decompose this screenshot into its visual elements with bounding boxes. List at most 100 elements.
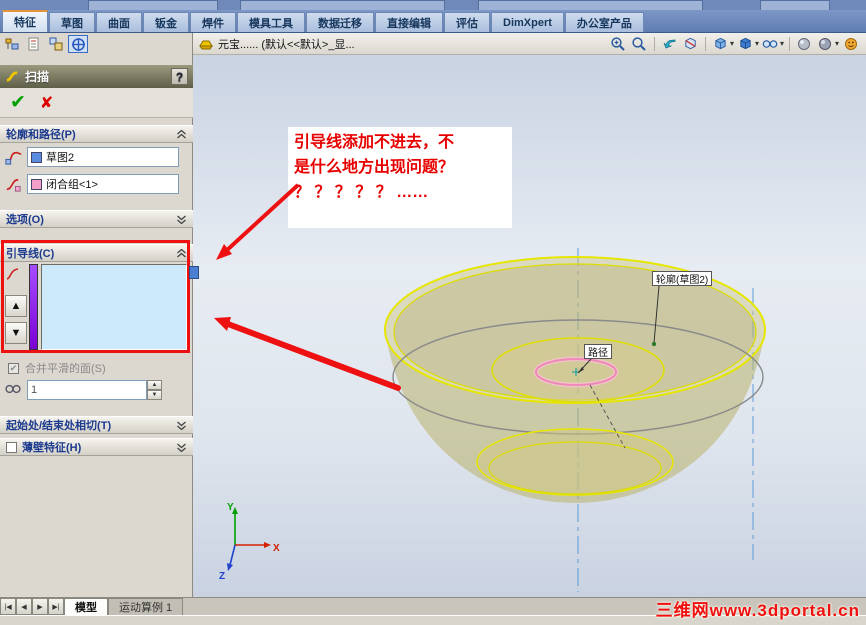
view-orientation-icon[interactable] bbox=[711, 35, 730, 53]
group-label: 引导线(C) bbox=[6, 248, 55, 260]
help-button[interactable]: ? bbox=[171, 68, 188, 85]
tab-scroll-last-button[interactable]: ▶| bbox=[48, 598, 64, 615]
graphics-viewport[interactable]: 元宝...... (默认<<默认>_显... ▾ ▾ ▾ ▾ Y X Z 轮廓(… bbox=[193, 33, 866, 597]
path-row-icon bbox=[3, 174, 23, 194]
display-style-icon[interactable] bbox=[736, 35, 755, 53]
merge-smooth-faces-label: 合并平滑的面(S) bbox=[25, 363, 106, 375]
section-view-icon[interactable] bbox=[681, 35, 700, 53]
section-number-value: 1 bbox=[31, 384, 38, 396]
edit-appearance-icon[interactable] bbox=[795, 35, 814, 53]
configurationmanager-tab-icon[interactable] bbox=[46, 35, 66, 53]
tab-datamigration[interactable]: 数据迁移 bbox=[306, 12, 374, 32]
panel-splitter-handle[interactable] bbox=[189, 266, 199, 279]
group-label: 轮廓和路径(P) bbox=[6, 129, 76, 141]
toolbar-fragment bbox=[478, 0, 703, 10]
document-title[interactable]: 元宝...... (默认<<默认>_显... bbox=[218, 36, 355, 52]
up-arrow-icon: ▲ bbox=[10, 300, 22, 312]
inner-ring bbox=[491, 337, 665, 403]
cancel-button[interactable]: ✘ bbox=[40, 93, 53, 113]
motion-study-tab[interactable]: 运动算例 1 bbox=[108, 598, 184, 615]
bowl-model bbox=[384, 256, 766, 503]
group-header-profile-path[interactable]: 轮廓和路径(P) bbox=[0, 125, 193, 143]
dropdown-caret-icon[interactable]: ▾ bbox=[755, 39, 759, 48]
group-label: 薄壁特征(H) bbox=[22, 442, 82, 454]
guide-color-bar bbox=[29, 264, 38, 350]
section-number-spinner[interactable]: ▲ ▼ bbox=[147, 380, 162, 400]
dropdown-caret-icon[interactable]: ▾ bbox=[730, 39, 734, 48]
featuremanager-tab-icon[interactable] bbox=[2, 35, 22, 53]
thin-feature-checkbox[interactable] bbox=[6, 441, 17, 453]
tab-surfaces[interactable]: 曲面 bbox=[96, 12, 142, 32]
merge-smooth-faces-checkbox[interactable]: ✔ bbox=[8, 362, 19, 374]
tab-scroll-first-button[interactable]: |◀ bbox=[0, 598, 16, 615]
tab-officeproducts[interactable]: 办公室产品 bbox=[564, 12, 644, 32]
axis-triad-icon: Y X Z bbox=[219, 502, 280, 582]
group-header-thin-feature[interactable]: 薄壁特征(H) bbox=[0, 438, 193, 456]
model-tab[interactable]: 模型 bbox=[64, 598, 108, 615]
tab-evaluate[interactable]: 评估 bbox=[444, 12, 490, 32]
chevron-down-icon bbox=[176, 421, 187, 430]
annotation-note: 引导线添加不进去，不 是什么地方出现问题？ ？ ？ ？ ？ ？ …… bbox=[288, 127, 512, 228]
merge-smooth-faces-row: ✔ 合并平滑的面(S) bbox=[8, 360, 106, 376]
dialog-title: 扫描 bbox=[25, 70, 50, 84]
hide-show-items-icon[interactable] bbox=[761, 35, 780, 53]
tab-moldtools[interactable]: 模具工具 bbox=[237, 12, 305, 32]
chevron-down-icon bbox=[176, 443, 187, 452]
zoom-window-icon[interactable] bbox=[609, 35, 628, 53]
tab-scroll-next-button[interactable]: ▶ bbox=[32, 598, 48, 615]
sweep-dialog-titlebar: 扫描 ? bbox=[0, 65, 193, 88]
section-number-input[interactable]: 1 bbox=[27, 380, 147, 400]
3d-scene-drawing: Y X Z bbox=[219, 248, 766, 592]
profile-callout[interactable]: 轮廓(草图2) bbox=[652, 271, 713, 286]
tab-scroll-prev-button[interactable]: ◀ bbox=[16, 598, 32, 615]
group-header-options[interactable]: 选项(O) bbox=[0, 210, 193, 228]
guide-curve-icon bbox=[4, 265, 22, 283]
chevron-up-icon bbox=[176, 129, 187, 139]
propertymanager-tab-icon[interactable] bbox=[24, 35, 44, 53]
group-header-guide-curves[interactable]: 引导线(C) bbox=[0, 244, 193, 262]
ok-button[interactable]: ✔ bbox=[10, 91, 26, 114]
apply-scene-icon[interactable] bbox=[816, 35, 835, 53]
group-header-start-end-tangency[interactable]: 起始处/结束处相切(T) bbox=[0, 416, 193, 434]
watermark: 三维网www.3dportal.cn bbox=[655, 601, 860, 620]
profile-row-icon bbox=[3, 147, 23, 167]
tab-sketch[interactable]: 草图 bbox=[49, 12, 95, 32]
tab-directedit[interactable]: 直接编辑 bbox=[375, 12, 443, 32]
ok-cancel-row: ✔ ✘ bbox=[0, 88, 193, 118]
move-up-button[interactable]: ▲ bbox=[5, 295, 27, 317]
axis-x-label: X bbox=[273, 543, 280, 554]
dropdown-caret-icon[interactable]: ▾ bbox=[780, 39, 784, 48]
spinner-down-icon[interactable]: ▼ bbox=[147, 390, 162, 400]
show-sections-icon[interactable] bbox=[4, 380, 22, 398]
document-icon[interactable] bbox=[199, 38, 213, 50]
path-input[interactable]: 闭合组<1> bbox=[27, 174, 179, 194]
toolbar-separator bbox=[788, 36, 790, 51]
down-arrow-icon: ▼ bbox=[10, 327, 22, 339]
annotation-line: ？ ？ ？ ？ ？ …… bbox=[294, 184, 429, 201]
path-callout[interactable]: 路径 bbox=[584, 344, 612, 359]
dropdown-caret-icon[interactable]: ▾ bbox=[835, 39, 839, 48]
previous-view-icon[interactable] bbox=[660, 35, 679, 53]
tab-dimxpert[interactable]: DimXpert bbox=[491, 12, 564, 32]
spinner-up-icon[interactable]: ▲ bbox=[147, 380, 162, 390]
viewport-header: 元宝...... (默认<<默认>_显... ▾ ▾ ▾ ▾ bbox=[193, 33, 866, 55]
zoom-fit-icon[interactable] bbox=[630, 35, 649, 53]
move-down-button[interactable]: ▼ bbox=[5, 322, 27, 344]
tab-sheetmetal[interactable]: 钣金 bbox=[143, 12, 189, 32]
path-color-swatch bbox=[31, 178, 42, 190]
sweep-icon bbox=[5, 69, 20, 84]
property-manager-panel: 扫描 ? ✔ ✘ 轮廓和路径(P) 草图2 闭合组<1> 选项(O) 引导线(C… bbox=[0, 33, 193, 597]
group-label: 起始处/结束处相切(T) bbox=[6, 420, 112, 432]
bottom-ring-outer bbox=[476, 428, 674, 496]
displaymanager-tab-icon[interactable] bbox=[68, 35, 88, 53]
chevron-down-icon bbox=[176, 215, 187, 224]
axis-z-label: Z bbox=[219, 571, 225, 582]
guide-curves-listbox[interactable] bbox=[41, 264, 187, 350]
tab-weldments[interactable]: 焊件 bbox=[190, 12, 236, 32]
profile-value: 草图2 bbox=[46, 152, 75, 164]
view-settings-icon[interactable] bbox=[841, 35, 860, 53]
toolbar-fragment bbox=[760, 0, 830, 10]
profile-input[interactable]: 草图2 bbox=[27, 147, 179, 167]
tab-features[interactable]: 特征 bbox=[2, 10, 48, 32]
toolbar-fragment bbox=[240, 0, 445, 10]
